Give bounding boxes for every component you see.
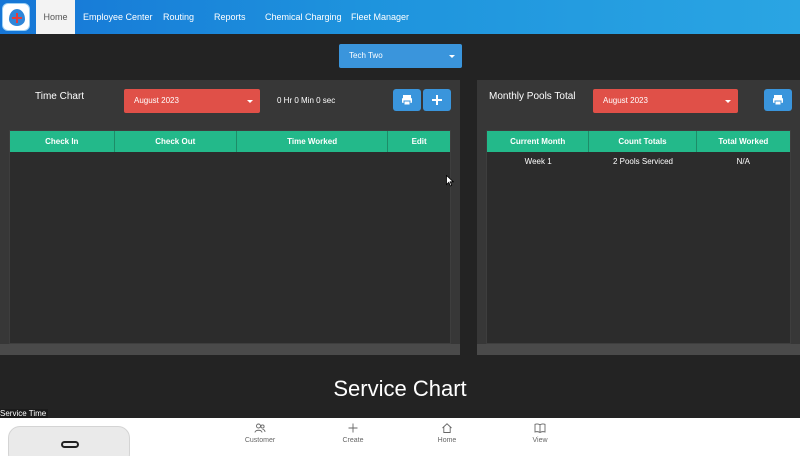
total-time-worked: 0 Hr 0 Min 0 sec — [277, 96, 336, 105]
panel-footer — [0, 344, 460, 355]
print-button[interactable] — [764, 89, 792, 111]
table-cell: Week 1 — [524, 157, 552, 166]
time-chart-month-select[interactable]: August 2023 — [124, 89, 260, 113]
chevron-down-icon — [725, 100, 731, 103]
plus-icon — [348, 423, 358, 433]
app-logo[interactable] — [2, 3, 30, 31]
monthly-pools-panel: Monthly Pools Total August 2023 Current … — [477, 80, 800, 355]
print-button[interactable] — [393, 89, 421, 111]
monthly-pools-title: Monthly Pools Total — [489, 91, 576, 102]
bottom-nav-home[interactable]: Home — [422, 422, 472, 444]
time-chart-table: Check In Check Out Time Worked Edit — [9, 130, 451, 344]
chevron-down-icon — [449, 55, 455, 58]
column-header: Total Worked — [718, 137, 769, 146]
nav-reports[interactable]: Reports — [214, 0, 246, 34]
tech-select[interactable]: Tech Two — [339, 44, 462, 68]
tech-select-value: Tech Two — [349, 51, 383, 60]
column-header: Edit — [411, 137, 427, 146]
column-header: Check Out — [115, 131, 237, 152]
nav-routing[interactable]: Routing — [163, 0, 194, 34]
service-time-label: Service Time — [0, 409, 49, 418]
book-icon — [534, 423, 546, 434]
bottom-nav-view[interactable]: View — [515, 422, 565, 444]
column-header: Check In — [10, 131, 115, 152]
monthly-pools-table-header: Current Month Count Totals Total Worked — [487, 131, 790, 152]
nav-employee-center[interactable]: Employee Center — [83, 0, 153, 34]
table-row: Week 1 2 Pools Serviced N/A — [487, 152, 790, 172]
bottom-bar: Customer Create Home View — [0, 418, 800, 456]
top-nav: Home Employee Center Routing Reports Che… — [0, 0, 800, 34]
add-time-button[interactable] — [423, 89, 451, 111]
print-icon — [773, 95, 783, 106]
plus-icon — [432, 95, 442, 105]
time-chart-title: Time Chart — [35, 91, 85, 102]
table-cell: 2 Pools Serviced — [612, 157, 673, 166]
column-header: Current Month — [487, 131, 590, 152]
monthly-pools-month-value: August 2023 — [603, 96, 648, 105]
device-handle — [61, 441, 79, 448]
home-icon — [442, 423, 452, 433]
time-chart-month-value: August 2023 — [134, 96, 179, 105]
time-chart-panel: Time Chart August 2023 0 Hr 0 Min 0 sec … — [0, 80, 460, 355]
cross-icon — [12, 13, 22, 23]
bottom-nav-label: Create — [342, 437, 364, 444]
print-icon — [402, 95, 412, 106]
chevron-down-icon — [247, 100, 253, 103]
time-chart-table-header: Check In Check Out Time Worked Edit — [10, 131, 450, 152]
table-cell: N/A — [736, 157, 750, 166]
nav-fleet-manager[interactable]: Fleet Manager — [351, 0, 409, 34]
panel-footer — [477, 344, 800, 355]
nav-home[interactable]: Home — [36, 0, 75, 34]
monthly-pools-month-select[interactable]: August 2023 — [593, 89, 738, 113]
bottom-nav-label: Customer — [244, 437, 276, 444]
bottom-nav-label: Home — [437, 437, 457, 444]
device-image — [8, 426, 130, 456]
monthly-pools-table: Current Month Count Totals Total Worked … — [486, 130, 791, 344]
users-icon — [254, 423, 266, 433]
nav-chemical-charging[interactable]: Chemical Charging — [265, 0, 342, 34]
service-chart-title: Service Chart — [333, 376, 467, 401]
column-header: Time Worked — [237, 131, 389, 152]
column-header: Count Totals — [589, 131, 697, 152]
bottom-nav-create[interactable]: Create — [328, 422, 378, 444]
mouse-cursor-icon — [446, 175, 454, 187]
bottom-nav-customer[interactable]: Customer — [235, 422, 285, 444]
bottom-nav-label: View — [532, 437, 548, 444]
